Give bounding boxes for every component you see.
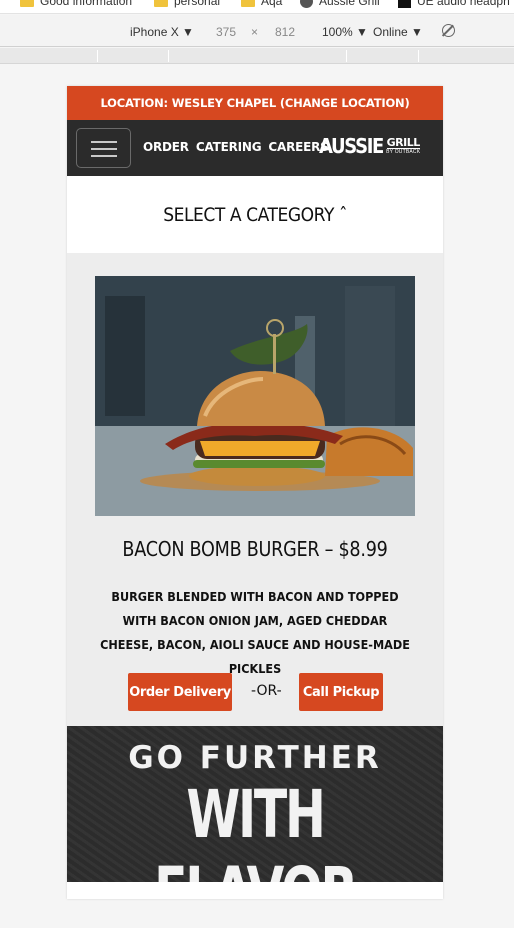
- folder-icon: [241, 0, 255, 7]
- navbar: ORDER CATERING CAREERS AUSSIE GRILL BY O…: [67, 120, 443, 176]
- device-toolbar: iPhone X ▼ 375 × 812 100% ▼ Online ▼: [0, 15, 514, 47]
- nav-catering[interactable]: CATERING: [196, 140, 262, 154]
- menu-toggle-button[interactable]: [76, 128, 131, 168]
- call-pickup-button[interactable]: Call Pickup: [299, 673, 383, 711]
- viewport-height[interactable]: 812: [275, 25, 295, 39]
- menu-item-card: BACON BOMB BURGER – $8.99 BURGER BLENDED…: [67, 253, 443, 726]
- promo-banner: GO FURTHER WITH FLAVOR: [67, 726, 443, 882]
- item-description: BURGER BLENDED WITH BACON AND TOPPED WIT…: [100, 589, 410, 676]
- logo-side-text: GRILL: [386, 135, 420, 149]
- order-delivery-button[interactable]: Order Delivery: [128, 673, 232, 711]
- folder-icon: [154, 0, 168, 7]
- globe-icon: [300, 0, 313, 8]
- bookmark-aussie-grill[interactable]: Aussie Grill: [300, 0, 380, 8]
- bookmark-label: Aqa: [261, 0, 283, 8]
- logo-main-text: AUSSIE: [319, 134, 384, 158]
- location-bar[interactable]: LOCATION: WESLEY CHAPEL (CHANGE LOCATION…: [67, 86, 443, 120]
- bookmark-label: Good information: [40, 0, 133, 8]
- square-icon: [398, 0, 411, 8]
- bookmark-label: Aussie Grill: [319, 0, 380, 8]
- bookmark-label: UE audio headph: [417, 0, 510, 8]
- viewport-width[interactable]: 375: [216, 25, 236, 39]
- bookmark-aqa[interactable]: Aqa: [241, 0, 282, 8]
- folder-icon: [20, 0, 34, 7]
- banner-line-2: WITH FLAVOR: [154, 776, 358, 882]
- dimension-separator: ×: [251, 25, 259, 39]
- device-viewport: LOCATION: WESLEY CHAPEL (CHANGE LOCATION…: [67, 86, 443, 899]
- bookmark-good-information[interactable]: Good information: [20, 0, 132, 8]
- media-query-ruler: [0, 48, 514, 64]
- bookmark-ue-audio[interactable]: UE audio headph: [398, 0, 510, 8]
- hamburger-icon: [91, 141, 117, 143]
- bookmark-personal[interactable]: personal: [154, 0, 220, 8]
- nav-links: ORDER CATERING CAREERS: [143, 140, 329, 154]
- burger-photo: [95, 276, 415, 516]
- burger-image: [95, 276, 415, 516]
- bookmarks-bar: Good information personal Aqa Aussie Gri…: [0, 0, 514, 14]
- item-title: BACON BOMB BURGER – $8.99: [122, 537, 388, 561]
- or-separator: -OR-: [251, 683, 282, 699]
- bookmark-label: personal: [174, 0, 221, 8]
- rotate-icon[interactable]: [442, 24, 455, 37]
- aussie-grill-logo[interactable]: AUSSIE GRILL BY OUTBACK: [319, 134, 420, 158]
- throttling-select[interactable]: Online ▼: [373, 25, 423, 39]
- zoom-select[interactable]: 100% ▼: [322, 25, 368, 39]
- nav-order[interactable]: ORDER: [143, 140, 189, 154]
- location-text[interactable]: LOCATION: WESLEY CHAPEL (CHANGE LOCATION…: [100, 96, 409, 110]
- logo-sub-text: BY OUTBACK: [386, 148, 421, 155]
- order-actions: Order Delivery -OR- Call Pickup: [67, 673, 443, 711]
- category-label[interactable]: SELECT A CATEGORY ˆ: [163, 204, 347, 226]
- category-selector[interactable]: SELECT A CATEGORY ˆ: [67, 176, 443, 253]
- device-select[interactable]: iPhone X ▼: [130, 25, 194, 39]
- banner-line-1: GO FURTHER: [128, 740, 382, 776]
